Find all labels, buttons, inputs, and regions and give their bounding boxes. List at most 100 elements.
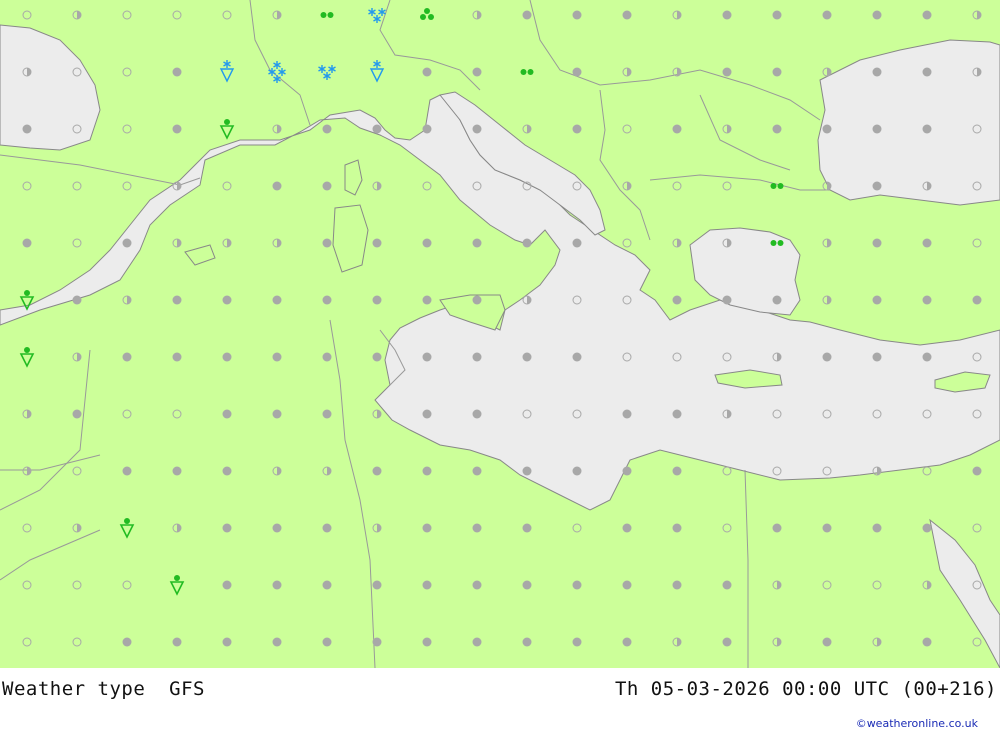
filled-circle-cloudy-icon bbox=[972, 295, 982, 305]
filled-circle-cloudy-icon bbox=[922, 523, 932, 533]
filled-circle-cloudy-icon bbox=[372, 124, 382, 134]
filled-circle-cloudy-icon bbox=[672, 523, 682, 533]
filled-circle-cloudy-icon bbox=[422, 580, 432, 590]
filled-circle-cloudy-icon bbox=[622, 10, 632, 20]
filled-circle-cloudy-icon bbox=[872, 523, 882, 533]
filled-circle-cloudy-icon bbox=[172, 124, 182, 134]
filled-circle-cloudy-icon bbox=[522, 466, 532, 476]
filled-circle-cloudy-icon bbox=[772, 67, 782, 77]
filled-circle-cloudy-icon bbox=[522, 580, 532, 590]
filled-circle-cloudy-icon bbox=[422, 523, 432, 533]
valid-time-label: Th 05-03-2026 00:00 UTC (00+216) bbox=[614, 678, 997, 700]
filled-circle-cloudy-icon bbox=[872, 10, 882, 20]
filled-circle-cloudy-icon bbox=[322, 181, 332, 191]
filled-circle-cloudy-icon bbox=[572, 466, 582, 476]
filled-circle-cloudy-icon bbox=[572, 352, 582, 362]
filled-circle-cloudy-icon bbox=[922, 10, 932, 20]
filled-circle-cloudy-icon bbox=[922, 352, 932, 362]
filled-circle-cloudy-icon bbox=[372, 637, 382, 647]
filled-circle-cloudy-icon bbox=[222, 409, 232, 419]
filled-circle-cloudy-icon bbox=[822, 637, 832, 647]
filled-circle-cloudy-icon bbox=[422, 295, 432, 305]
filled-circle-cloudy-icon bbox=[822, 124, 832, 134]
filled-circle-cloudy-icon bbox=[372, 466, 382, 476]
filled-circle-cloudy-icon bbox=[422, 124, 432, 134]
filled-circle-cloudy-icon bbox=[22, 124, 32, 134]
filled-circle-cloudy-icon bbox=[172, 352, 182, 362]
filled-circle-cloudy-icon bbox=[272, 409, 282, 419]
filled-circle-cloudy-icon bbox=[822, 523, 832, 533]
filled-circle-cloudy-icon bbox=[472, 238, 482, 248]
filled-circle-cloudy-icon bbox=[172, 637, 182, 647]
credit-link[interactable]: ©weatheronline.co.uk bbox=[856, 717, 978, 730]
filled-circle-cloudy-icon bbox=[472, 466, 482, 476]
filled-circle-cloudy-icon bbox=[272, 352, 282, 362]
filled-circle-cloudy-icon bbox=[572, 67, 582, 77]
filled-circle-cloudy-icon bbox=[572, 637, 582, 647]
filled-circle-cloudy-icon bbox=[672, 580, 682, 590]
filled-circle-cloudy-icon bbox=[722, 637, 732, 647]
filled-circle-cloudy-icon bbox=[722, 295, 732, 305]
filled-circle-cloudy-icon bbox=[622, 637, 632, 647]
map-title: Weather type GFS bbox=[2, 678, 205, 700]
filled-circle-cloudy-icon bbox=[172, 295, 182, 305]
filled-circle-cloudy-icon bbox=[522, 637, 532, 647]
filled-circle-cloudy-icon bbox=[272, 580, 282, 590]
filled-circle-cloudy-icon bbox=[172, 466, 182, 476]
filled-circle-cloudy-icon bbox=[322, 409, 332, 419]
filled-circle-cloudy-icon bbox=[422, 466, 432, 476]
filled-circle-cloudy-icon bbox=[172, 67, 182, 77]
filled-circle-cloudy-icon bbox=[472, 523, 482, 533]
filled-circle-cloudy-icon bbox=[372, 295, 382, 305]
filled-circle-cloudy-icon bbox=[572, 238, 582, 248]
weather-map bbox=[0, 0, 1000, 668]
filled-circle-cloudy-icon bbox=[322, 238, 332, 248]
filled-circle-cloudy-icon bbox=[722, 67, 732, 77]
filled-circle-cloudy-icon bbox=[522, 238, 532, 248]
filled-circle-cloudy-icon bbox=[622, 523, 632, 533]
filled-circle-cloudy-icon bbox=[472, 409, 482, 419]
filled-circle-cloudy-icon bbox=[772, 295, 782, 305]
filled-circle-cloudy-icon bbox=[222, 466, 232, 476]
filled-circle-cloudy-icon bbox=[422, 238, 432, 248]
filled-circle-cloudy-icon bbox=[672, 295, 682, 305]
filled-circle-cloudy-icon bbox=[322, 523, 332, 533]
filled-circle-cloudy-icon bbox=[322, 580, 332, 590]
filled-circle-cloudy-icon bbox=[772, 124, 782, 134]
filled-circle-cloudy-icon bbox=[322, 637, 332, 647]
filled-circle-cloudy-icon bbox=[522, 352, 532, 362]
filled-circle-cloudy-icon bbox=[572, 10, 582, 20]
filled-circle-cloudy-icon bbox=[622, 466, 632, 476]
filled-circle-cloudy-icon bbox=[272, 295, 282, 305]
filled-circle-cloudy-icon bbox=[872, 67, 882, 77]
filled-circle-cloudy-icon bbox=[272, 181, 282, 191]
filled-circle-cloudy-icon bbox=[522, 10, 532, 20]
filled-circle-cloudy-icon bbox=[972, 466, 982, 476]
filled-circle-cloudy-icon bbox=[472, 352, 482, 362]
filled-circle-cloudy-icon bbox=[922, 637, 932, 647]
filled-circle-cloudy-icon bbox=[122, 637, 132, 647]
filled-circle-cloudy-icon bbox=[772, 10, 782, 20]
filled-circle-cloudy-icon bbox=[372, 580, 382, 590]
filled-circle-cloudy-icon bbox=[222, 523, 232, 533]
filled-circle-cloudy-icon bbox=[922, 67, 932, 77]
filled-circle-cloudy-icon bbox=[322, 124, 332, 134]
filled-circle-cloudy-icon bbox=[922, 124, 932, 134]
filled-circle-cloudy-icon bbox=[672, 124, 682, 134]
filled-circle-cloudy-icon bbox=[422, 409, 432, 419]
filled-circle-cloudy-icon bbox=[272, 637, 282, 647]
filled-circle-cloudy-icon bbox=[222, 637, 232, 647]
filled-circle-cloudy-icon bbox=[22, 238, 32, 248]
filled-circle-cloudy-icon bbox=[122, 466, 132, 476]
filled-circle-cloudy-icon bbox=[722, 580, 732, 590]
filled-circle-cloudy-icon bbox=[672, 466, 682, 476]
filled-circle-cloudy-icon bbox=[872, 352, 882, 362]
filled-circle-cloudy-icon bbox=[472, 580, 482, 590]
filled-circle-cloudy-icon bbox=[572, 124, 582, 134]
filled-circle-cloudy-icon bbox=[572, 580, 582, 590]
filled-circle-cloudy-icon bbox=[422, 67, 432, 77]
filled-circle-cloudy-icon bbox=[472, 637, 482, 647]
filled-circle-cloudy-icon bbox=[872, 181, 882, 191]
filled-circle-cloudy-icon bbox=[272, 523, 282, 533]
filled-circle-cloudy-icon bbox=[422, 352, 432, 362]
